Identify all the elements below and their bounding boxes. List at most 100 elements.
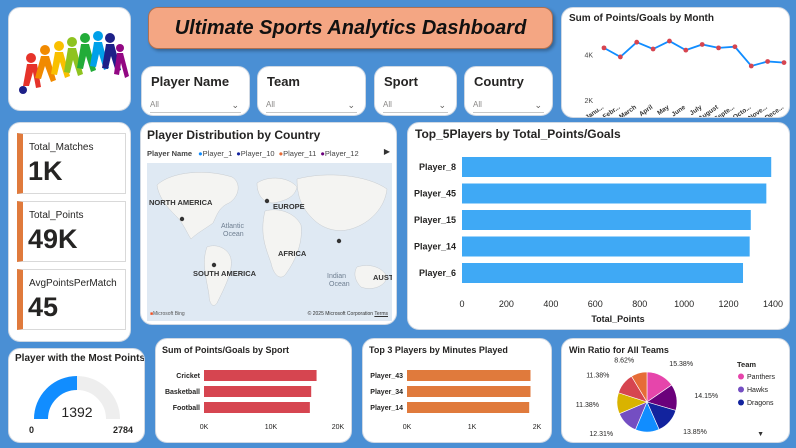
logo-card — [8, 7, 131, 111]
gauge-max: 2784 — [113, 425, 133, 435]
category-label: Football — [173, 405, 200, 412]
x-tick-label: 10K — [265, 424, 278, 431]
map-area[interactable]: NORTH AMERICA EUROPE AFRICA SOUTH AMERIC… — [147, 163, 394, 321]
region-label: EUROPE — [273, 202, 305, 211]
x-tick-label: 1400 — [763, 299, 783, 309]
map-brand-logo: ■Microsoft Bing — [150, 311, 185, 317]
bar[interactable] — [462, 183, 767, 204]
bar[interactable] — [204, 370, 317, 381]
data-point[interactable] — [781, 60, 787, 65]
kpi-avg-points: AvgPointsPerMatch 45 — [17, 269, 126, 330]
slice-label: 12.31% — [589, 431, 613, 438]
map-point[interactable] — [179, 216, 185, 222]
data-point[interactable] — [667, 38, 672, 44]
gauge-value: 1392 — [61, 404, 92, 420]
map-point[interactable] — [211, 262, 217, 268]
bar[interactable] — [204, 402, 310, 413]
x-tick-label: March — [618, 104, 638, 118]
map-point[interactable] — [264, 198, 270, 204]
chevron-down-icon: ⌄ — [438, 100, 446, 110]
kpi-label: Total_Points — [29, 210, 84, 221]
x-tick-label: 1200 — [719, 299, 739, 309]
x-tick-label: April — [638, 104, 654, 118]
month-line-chart: 4K2KJanu...Febr...March April May June JulyA… — [584, 38, 787, 118]
category-label: Player_15 — [414, 215, 456, 225]
gauge-card: Player with the Most Points 1392 0 2784 — [8, 348, 145, 443]
bar[interactable] — [462, 210, 751, 230]
data-point[interactable] — [699, 42, 705, 47]
legend-title: Team — [737, 360, 756, 369]
category-label: Cricket — [176, 373, 200, 380]
legend-item[interactable]: Dragons — [747, 400, 774, 407]
slicer-dropdown[interactable]: All ⌄ — [266, 97, 357, 113]
minutes-bar-chart: Player_43 Player_34 Player_14 0K 1K 2K — [370, 370, 542, 431]
category-label: Player_43 — [370, 373, 403, 380]
slicer-player-name[interactable]: Player Name All ⌄ — [141, 66, 250, 116]
slicer-label: Player Name — [151, 74, 230, 89]
legend-item[interactable]: ●Player_11 — [279, 149, 317, 158]
ocean-label: Atlantic — [221, 223, 244, 230]
slicer-sport[interactable]: Sport All ⌄ — [374, 66, 457, 116]
category-label: Basketball — [165, 389, 200, 396]
slicer-country[interactable]: Country All ⌄ — [464, 66, 553, 116]
x-tick-label: 0K — [403, 424, 412, 431]
data-point[interactable] — [683, 47, 689, 53]
category-label: Player_14 — [370, 405, 403, 412]
kpi-total-matches: Total_Matches 1K — [17, 133, 126, 194]
y-tick-label: 2K — [584, 98, 593, 105]
slicer-label: Team — [267, 74, 300, 89]
map-credit: © 2025 Microsoft Corporation Terms — [307, 311, 388, 317]
data-point[interactable] — [634, 39, 640, 45]
month-line-chart-card: Sum of Points/Goals by Month 4K 2K Janu...… — [561, 7, 790, 118]
data-point[interactable] — [748, 63, 754, 69]
region-label: NORTH AMERICA — [149, 198, 213, 207]
legend-next-arrow[interactable]: ▶ — [384, 147, 390, 156]
slicer-team[interactable]: Team All ⌄ — [257, 66, 366, 116]
slicer-label: Country — [474, 74, 524, 89]
legend-item[interactable]: ●Player_10 — [236, 149, 274, 158]
legend-item[interactable]: Hawks — [747, 387, 769, 394]
data-point[interactable] — [601, 45, 607, 51]
slicer-value: All — [383, 100, 392, 109]
kpi-card: Total_Matches 1K Total_Points 49K AvgPoi… — [8, 122, 131, 342]
kpi-value: 49K — [28, 224, 78, 254]
win-ratio-pie-card: Win Ratio for All Teams 15.38% 14.15% 13.8… — [561, 338, 790, 443]
x-tick-label: 20K — [332, 424, 345, 431]
terms-link[interactable]: Terms — [374, 311, 388, 317]
slice-label: 14.15% — [694, 393, 718, 400]
x-tick-label: 200 — [499, 299, 514, 309]
data-point[interactable] — [617, 54, 623, 60]
bar[interactable] — [462, 157, 772, 177]
x-tick-label: 0 — [459, 299, 464, 309]
category-label: Player_6 — [419, 268, 456, 278]
legend-item[interactable]: ●Player_12 — [320, 149, 358, 158]
region-label: SOUTH AMERICA — [193, 269, 257, 278]
kpi-total-points: Total_Points 49K — [17, 201, 126, 262]
bar[interactable] — [204, 386, 312, 397]
data-point[interactable] — [765, 59, 771, 64]
gauge-min: 0 — [29, 425, 34, 435]
data-point[interactable] — [650, 46, 656, 52]
slicer-dropdown[interactable]: All ⌄ — [383, 97, 448, 113]
bar[interactable] — [462, 236, 750, 257]
legend-marker — [738, 386, 744, 393]
top5-bar-chart-card: Top_5Players by Total_Points/Goals Playe… — [407, 122, 790, 330]
chevron-down-icon: ⌄ — [347, 100, 355, 110]
bar[interactable] — [407, 402, 530, 413]
dashboard-title: Ultimate Sports Analytics Dashboard — [174, 17, 527, 39]
legend-scroll-down-icon[interactable]: ▼ — [757, 431, 764, 438]
slicer-value: All — [150, 100, 159, 109]
slicer-dropdown[interactable]: All ⌄ — [473, 97, 544, 113]
bar[interactable] — [462, 263, 744, 283]
data-point[interactable] — [716, 45, 721, 51]
data-point[interactable] — [732, 44, 738, 50]
bar[interactable] — [407, 370, 531, 381]
slice-label: 13.85% — [683, 429, 707, 436]
category-label: Player_8 — [419, 162, 456, 172]
series-line — [603, 40, 785, 68]
map-point[interactable] — [336, 238, 342, 244]
bar[interactable] — [407, 386, 531, 397]
legend-item[interactable]: ●Player_1 — [198, 149, 232, 158]
slicer-dropdown[interactable]: All ⌄ — [150, 97, 241, 113]
legend-item[interactable]: Panthers — [747, 374, 776, 381]
